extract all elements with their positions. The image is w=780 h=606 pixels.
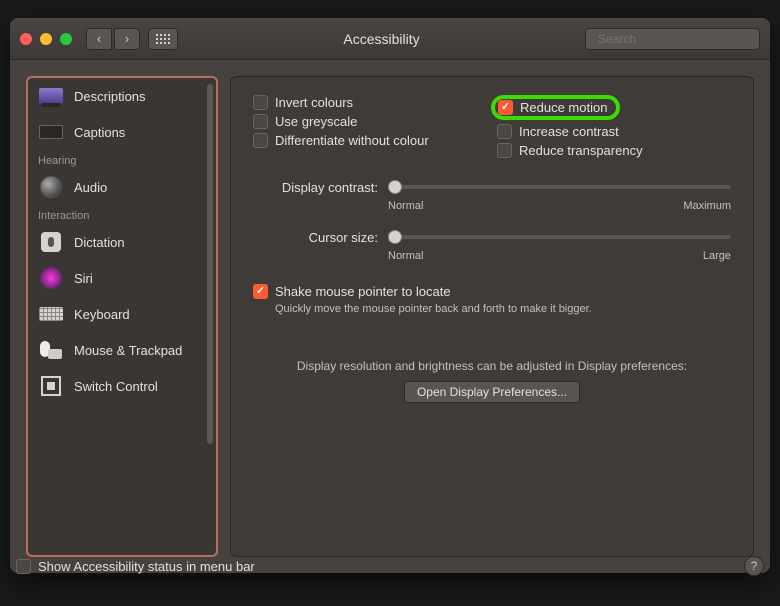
mouse-icon: [40, 341, 62, 359]
window-controls: [20, 33, 72, 45]
sidebar-section-interaction: Interaction: [28, 205, 216, 224]
checkbox-icon: [497, 143, 512, 158]
search-input[interactable]: [598, 32, 753, 46]
search-icon: [592, 33, 593, 45]
sidebar-item-label: Descriptions: [74, 89, 146, 104]
reduce-motion-checkbox[interactable]: Reduce motion: [498, 100, 607, 115]
help-button[interactable]: ?: [744, 556, 764, 573]
display-contrast-slider[interactable]: [388, 178, 731, 196]
checkbox-icon: [253, 95, 268, 110]
fullscreen-icon[interactable]: [60, 33, 72, 45]
nav-buttons: ‹ ›: [86, 28, 140, 50]
bottom-bar: Show Accessibility status in menu bar ?: [16, 556, 764, 573]
close-icon[interactable]: [20, 33, 32, 45]
dictation-icon: [41, 232, 61, 252]
checkbox-checked-icon: [498, 100, 513, 115]
sidebar-item-keyboard[interactable]: Keyboard: [28, 296, 216, 332]
descriptions-icon: [39, 88, 63, 104]
checkbox-label: Increase contrast: [519, 124, 619, 139]
sidebar-item-mouse-trackpad[interactable]: Mouse & Trackpad: [28, 332, 216, 368]
grid-icon: [156, 34, 170, 44]
slider-thumb-icon[interactable]: [388, 180, 402, 194]
content-area: Descriptions Captions Hearing Audio Inte…: [10, 60, 770, 573]
checkbox-label: Invert colours: [275, 95, 353, 110]
siri-icon: [40, 267, 62, 289]
use-greyscale-checkbox[interactable]: Use greyscale: [253, 114, 487, 129]
sidebar-item-label: Keyboard: [74, 307, 130, 322]
slider-thumb-icon[interactable]: [388, 230, 402, 244]
checkbox-label: Use greyscale: [275, 114, 357, 129]
increase-contrast-checkbox[interactable]: Increase contrast: [497, 124, 731, 139]
slider-min-label: Normal: [388, 250, 423, 262]
keyboard-icon: [39, 307, 63, 321]
sidebar-item-captions[interactable]: Captions: [28, 114, 216, 150]
display-prefs-hint: Display resolution and brightness can be…: [253, 359, 731, 373]
captions-icon: [39, 125, 63, 139]
minimize-icon[interactable]: [40, 33, 52, 45]
sidebar-section-hearing: Hearing: [28, 150, 216, 169]
sidebar-item-label: Dictation: [74, 235, 125, 250]
sidebar-item-label: Siri: [74, 271, 93, 286]
slider-min-label: Normal: [388, 200, 423, 212]
checkbox-label: Differentiate without colour: [275, 133, 429, 148]
checkbox-label: Reduce motion: [520, 100, 607, 115]
checkbox-icon: [253, 133, 268, 148]
shake-pointer-hint: Quickly move the mouse pointer back and …: [275, 303, 731, 315]
reduce-motion-highlight: Reduce motion: [491, 95, 620, 120]
slider-max-label: Large: [703, 250, 731, 262]
sidebar-item-label: Audio: [74, 180, 107, 195]
checkbox-label: Reduce transparency: [519, 143, 643, 158]
slider-max-label: Maximum: [683, 200, 731, 212]
sidebar-item-audio[interactable]: Audio: [28, 169, 216, 205]
window-title: Accessibility: [178, 31, 585, 47]
differentiate-colour-checkbox[interactable]: Differentiate without colour: [253, 133, 487, 148]
sidebar-item-siri[interactable]: Siri: [28, 260, 216, 296]
sidebar-item-label: Captions: [74, 125, 125, 140]
checkbox-label: Shake mouse pointer to locate: [275, 284, 451, 299]
sidebar-item-label: Mouse & Trackpad: [74, 343, 182, 358]
back-button[interactable]: ‹: [86, 28, 112, 50]
sidebar: Descriptions Captions Hearing Audio Inte…: [26, 76, 218, 557]
display-contrast-label: Display contrast:: [253, 180, 378, 195]
cursor-size-slider[interactable]: [388, 228, 731, 246]
forward-button[interactable]: ›: [114, 28, 140, 50]
switch-control-icon: [41, 376, 61, 396]
cursor-size-label: Cursor size:: [253, 230, 378, 245]
open-display-preferences-button[interactable]: Open Display Preferences...: [404, 381, 580, 403]
checkbox-icon: [16, 559, 31, 574]
checkbox-label: Show Accessibility status in menu bar: [38, 559, 255, 574]
sidebar-item-label: Switch Control: [74, 379, 158, 394]
reduce-transparency-checkbox[interactable]: Reduce transparency: [497, 143, 731, 158]
sidebar-item-descriptions[interactable]: Descriptions: [28, 78, 216, 114]
shake-pointer-checkbox[interactable]: Shake mouse pointer to locate: [253, 284, 731, 299]
accessibility-window: ‹ › Accessibility Descriptions Captions: [10, 18, 770, 573]
sidebar-item-dictation[interactable]: Dictation: [28, 224, 216, 260]
titlebar: ‹ › Accessibility: [10, 18, 770, 60]
checkbox-checked-icon: [253, 284, 268, 299]
sidebar-scrollbar[interactable]: [207, 84, 213, 444]
audio-icon: [40, 176, 62, 198]
checkbox-icon: [253, 114, 268, 129]
checkbox-icon: [497, 124, 512, 139]
show-all-button[interactable]: [148, 28, 178, 50]
show-status-checkbox[interactable]: Show Accessibility status in menu bar: [16, 559, 255, 574]
sidebar-item-switch-control[interactable]: Switch Control: [28, 368, 216, 404]
search-field[interactable]: [585, 28, 760, 50]
main-panel: Invert colours Use greyscale Differentia…: [230, 76, 754, 557]
invert-colours-checkbox[interactable]: Invert colours: [253, 95, 487, 110]
